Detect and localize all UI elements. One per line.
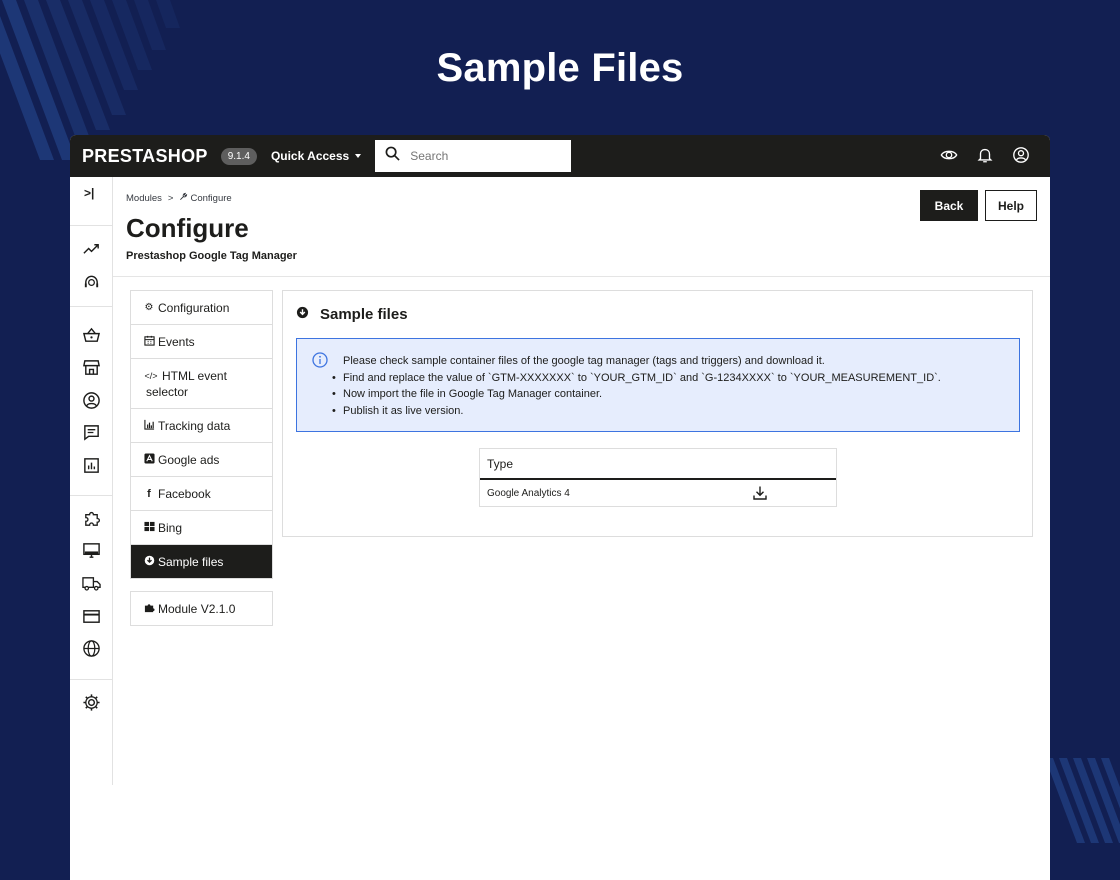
module-menu: ⚙ Configuration Events </> HTML event se… — [130, 290, 273, 579]
breadcrumb: Modules > Configure — [126, 192, 232, 204]
top-icons — [940, 146, 1030, 164]
page-header: Modules > Configure Configure Prestashop… — [113, 177, 1050, 277]
info-text: Please check sample container files of t… — [332, 353, 941, 419]
menu-item-label: Bing — [158, 520, 183, 535]
card-icon[interactable] — [82, 607, 101, 626]
quick-access-label: Quick Access — [270, 149, 350, 163]
menu-item-facebook[interactable]: f Facebook — [131, 477, 272, 511]
info-icon — [312, 352, 328, 368]
settings-icon[interactable] — [82, 693, 101, 712]
menu-item-label: Configuration — [158, 300, 230, 315]
menu-item-label: HTML event selector — [146, 369, 227, 399]
panel-title-text: Sample files — [320, 306, 408, 323]
monitor-icon[interactable] — [82, 541, 101, 560]
user-circle-icon[interactable] — [1012, 146, 1030, 164]
wrench-icon — [179, 192, 188, 204]
table-cell-type: Google Analytics 4 — [487, 487, 570, 499]
menu-item-bing[interactable]: Bing — [131, 511, 272, 545]
info-bullet: Publish it as live version. — [329, 403, 941, 420]
menu-item-sample-files[interactable]: Sample files — [131, 545, 272, 578]
download-circle-icon — [296, 306, 309, 323]
menu-item-configuration[interactable]: ⚙ Configuration — [131, 291, 272, 325]
menu-item-label: Sample files — [158, 554, 224, 569]
decorative-stripes-bottom-right — [1045, 758, 1120, 843]
menu-item-google-ads[interactable]: Google ads — [131, 443, 272, 477]
panel-title: Sample files — [296, 306, 408, 323]
customer-icon[interactable] — [82, 391, 101, 410]
truck-icon[interactable] — [82, 574, 101, 593]
search-input[interactable] — [410, 149, 551, 163]
trend-icon[interactable] — [82, 240, 101, 259]
menu-item-label: Google ads — [158, 452, 220, 467]
calendar-icon — [143, 335, 155, 349]
table-header-type: Type — [480, 449, 836, 480]
app-window: PRESTASHOP 9.1.4 Quick Access >| — [70, 135, 1050, 880]
messages-icon[interactable] — [82, 423, 101, 442]
info-bullet: Find and replace the value of `GTM-XXXXX… — [329, 370, 941, 387]
chevron-down-icon — [355, 154, 362, 158]
bar-chart-icon — [143, 419, 155, 433]
top-bar: PRESTASHOP 9.1.4 Quick Access — [70, 135, 1050, 177]
table-row: Google Analytics 4 — [480, 480, 836, 506]
google-ads-icon — [143, 452, 155, 467]
bell-icon[interactable] — [976, 146, 994, 164]
windows-icon — [143, 521, 155, 535]
sidebar: >| — [70, 177, 113, 785]
breadcrumb-current: Configure — [190, 192, 232, 204]
quick-access-dropdown[interactable]: Quick Access — [270, 149, 362, 163]
prestashop-logo[interactable]: PRESTASHOP — [82, 146, 208, 167]
sidebar-divider — [70, 679, 112, 680]
search-icon — [385, 146, 400, 166]
facebook-icon: f — [147, 487, 151, 500]
version-badge: 9.1.4 — [220, 147, 257, 165]
sidebar-divider — [70, 495, 112, 496]
eye-icon[interactable] — [940, 146, 958, 164]
sidebar-divider — [70, 306, 112, 307]
breadcrumb-separator: > — [167, 192, 174, 204]
support-icon[interactable] — [82, 273, 101, 292]
stats-icon[interactable] — [82, 456, 101, 475]
info-bullet: Now import the file in Google Tag Manage… — [329, 386, 941, 403]
module-version-label: Module V2.1.0 — [158, 601, 236, 616]
menu-item-tracking-data[interactable]: Tracking data — [131, 409, 272, 443]
info-alert: Please check sample container files of t… — [296, 338, 1020, 432]
puzzle-icon[interactable] — [82, 509, 101, 528]
sample-files-panel: Sample files Please check sample contain… — [282, 290, 1033, 537]
sample-files-table: Type Google Analytics 4 — [479, 448, 837, 507]
page-subtitle: Prestashop Google Tag Manager — [126, 250, 297, 262]
menu-item-label: Facebook — [158, 486, 211, 501]
breadcrumb-modules-link[interactable]: Modules — [126, 193, 162, 204]
globe-icon[interactable] — [82, 639, 101, 658]
module-version-box: Module V2.1.0 — [130, 591, 273, 626]
info-bullets: Find and replace the value of `GTM-XXXXX… — [329, 370, 941, 420]
menu-item-events[interactable]: Events — [131, 325, 272, 359]
info-intro: Please check sample container files of t… — [343, 355, 825, 367]
search-box[interactable] — [375, 140, 572, 172]
menu-item-html-event-selector[interactable]: </> HTML event selector — [131, 359, 272, 409]
menu-item-label: Tracking data — [158, 418, 231, 433]
page-heading: Sample Files — [436, 46, 684, 90]
basket-icon[interactable] — [82, 326, 101, 345]
sidebar-toggle-button[interactable]: >| — [84, 186, 94, 200]
puzzle-piece-icon — [143, 602, 155, 616]
store-icon[interactable] — [82, 358, 101, 377]
page-title: Configure — [126, 213, 249, 243]
download-circle-icon — [143, 555, 155, 569]
download-icon[interactable] — [752, 485, 768, 501]
gears-icon: ⚙ — [144, 302, 154, 313]
back-button[interactable]: Back — [920, 190, 978, 221]
help-button[interactable]: Help — [985, 190, 1037, 221]
sidebar-divider — [70, 225, 112, 226]
menu-item-label: Events — [158, 334, 195, 349]
